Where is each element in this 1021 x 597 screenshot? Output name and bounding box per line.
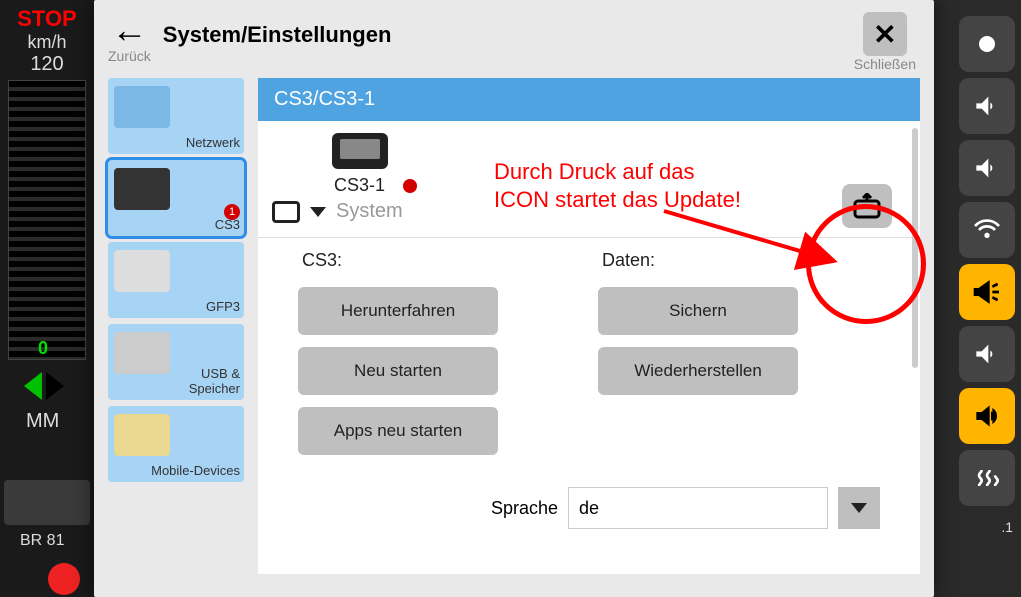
data-column: Daten: Sichern Wiederherstellen xyxy=(598,250,798,455)
sidebar-item-label: Mobile-Devices xyxy=(151,463,240,478)
data-column-title: Daten: xyxy=(602,250,798,271)
sidebar-item-label: GFP3 xyxy=(206,299,240,314)
locomotive-image[interactable] xyxy=(4,480,90,525)
gfp3-icon xyxy=(114,250,170,292)
language-label: Sprache xyxy=(491,498,558,519)
device-name: CS3-1 xyxy=(334,175,385,196)
dialog-header: ← Zurück System/Einstellungen ✕ Schließe… xyxy=(94,0,934,78)
device-icon xyxy=(332,133,388,169)
mm-label: MM xyxy=(26,410,59,433)
direction-arrows[interactable] xyxy=(24,372,64,400)
cs3-icon xyxy=(114,168,170,210)
annotation-text: Durch Druck auf das ICON startet das Upd… xyxy=(494,158,741,213)
gauge-zero: 0 xyxy=(38,338,48,359)
restore-button[interactable]: Wiederherstellen xyxy=(598,347,798,395)
restart-button[interactable]: Neu starten xyxy=(298,347,498,395)
language-select[interactable]: de xyxy=(568,487,828,529)
update-button[interactable] xyxy=(842,184,892,228)
back-button[interactable]: ← Zurück xyxy=(108,12,151,64)
back-arrow-icon: ← xyxy=(111,12,147,48)
back-label: Zurück xyxy=(108,48,151,64)
func-light-button[interactable] xyxy=(959,16,1015,72)
backup-button[interactable]: Sichern xyxy=(598,287,798,335)
sidebar-item-network[interactable]: Netzwerk xyxy=(108,78,244,154)
sidebar-item-mobile[interactable]: Mobile-Devices xyxy=(108,406,244,482)
chevron-down-icon xyxy=(851,503,867,513)
close-button[interactable]: ✕ Schließen xyxy=(854,12,916,72)
shutdown-button[interactable]: Herunterfahren xyxy=(298,287,498,335)
actions-area: CS3: Herunterfahren Neu starten Apps neu… xyxy=(258,238,920,467)
func-sound1-button[interactable] xyxy=(959,78,1015,134)
arrow-right-icon[interactable] xyxy=(46,372,64,400)
speed-gauge[interactable] xyxy=(8,80,86,360)
close-label: Schließen xyxy=(854,56,916,72)
func-sound2-button[interactable] xyxy=(959,140,1015,196)
system-label: System xyxy=(336,200,403,223)
settings-dialog: ← Zurück System/Einstellungen ✕ Schließe… xyxy=(94,0,934,597)
content-header: CS3/CS3-1 xyxy=(258,78,920,121)
cs3-column: CS3: Herunterfahren Neu starten Apps neu… xyxy=(298,250,498,455)
function-panel: .1 xyxy=(953,0,1021,597)
settings-content: CS3/CS3-1 CS3-1 System CS3: xyxy=(258,78,920,574)
sidebar-item-label: USB & Speicher xyxy=(150,366,240,396)
network-icon xyxy=(114,86,170,128)
func-speaker-button[interactable] xyxy=(959,388,1015,444)
sidebar-item-cs3[interactable]: CS3 1 xyxy=(108,160,244,236)
stop-label: STOP xyxy=(0,0,94,32)
content-scrollbar[interactable] xyxy=(912,128,918,368)
dialog-title: System/Einstellungen xyxy=(163,12,842,48)
close-icon: ✕ xyxy=(863,12,907,56)
func-wifi-button[interactable] xyxy=(959,202,1015,258)
system-icon xyxy=(272,201,300,223)
sidebar-item-gfp3[interactable]: GFP3 xyxy=(108,242,244,318)
speed-value: 120 xyxy=(0,53,94,76)
version-label: .1 xyxy=(1001,519,1013,535)
func-sound3-button[interactable] xyxy=(959,326,1015,382)
update-badge: 1 xyxy=(224,204,240,220)
language-value: de xyxy=(579,498,599,519)
update-indicator-icon xyxy=(403,179,417,193)
func-steam-button[interactable] xyxy=(959,450,1015,506)
mobile-icon xyxy=(114,414,170,456)
locomotive-name: BR 81 xyxy=(20,532,64,550)
func-horn-button[interactable] xyxy=(959,264,1015,320)
stop-button[interactable] xyxy=(48,563,80,595)
sidebar-item-label: CS3 xyxy=(215,217,240,232)
arrow-left-icon[interactable] xyxy=(24,372,42,400)
language-dropdown-button[interactable] xyxy=(838,487,880,529)
language-row: Sprache de xyxy=(258,477,920,539)
dialog-body: Netzwerk CS3 1 GFP3 USB & Speicher Mobil… xyxy=(94,78,934,588)
left-status-panel: STOP km/h 120 0 MM BR 81 xyxy=(0,0,94,597)
sidebar-item-usb[interactable]: USB & Speicher xyxy=(108,324,244,400)
restart-apps-button[interactable]: Apps neu starten xyxy=(298,407,498,455)
cs3-column-title: CS3: xyxy=(302,250,498,271)
kmh-label: km/h xyxy=(0,32,94,53)
settings-sidebar: Netzwerk CS3 1 GFP3 USB & Speicher Mobil… xyxy=(108,78,244,574)
sidebar-item-label: Netzwerk xyxy=(186,135,240,150)
caret-down-icon xyxy=(310,207,326,217)
update-icon xyxy=(852,193,882,219)
